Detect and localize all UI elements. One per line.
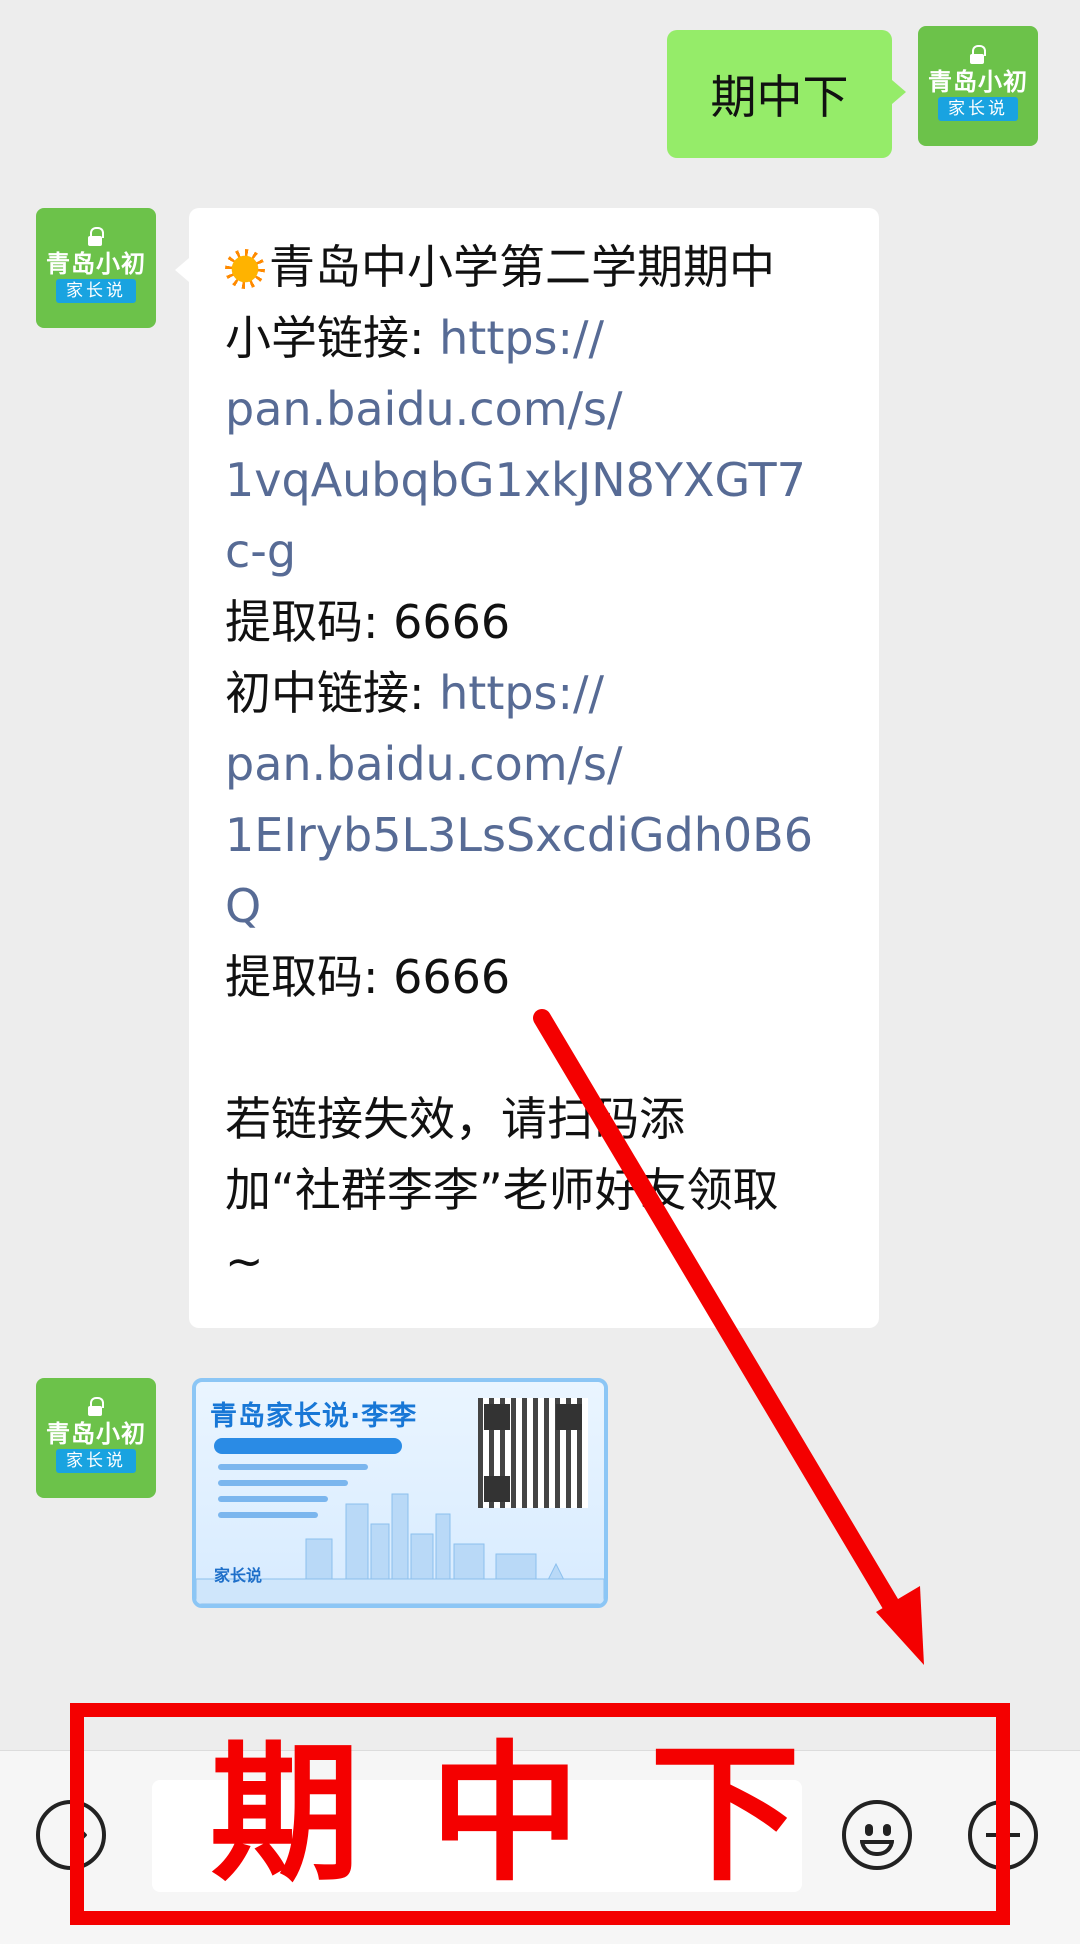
primary-code: 提取码: 6666 (225, 595, 511, 649)
reply-message-bubble[interactable]: 青岛中小学第二学期期中 小学链接: https:// pan.baidu.com… (175, 208, 879, 1328)
middle-label: 初中链接: (225, 666, 440, 720)
middle-link[interactable]: https:// (439, 666, 604, 720)
contact-avatar[interactable]: 青岛小初 家长说 (36, 1378, 156, 1498)
avatar-brand: 青岛小初 (46, 1420, 146, 1448)
sent-message-text: 期中下 (710, 70, 849, 124)
lock-icon (87, 1397, 105, 1417)
avatar-sub: 家长说 (56, 279, 136, 303)
primary-link[interactable]: pan.baidu.com/s/ (225, 374, 849, 445)
reply-title: 青岛中小学第二学期期中 (269, 240, 775, 294)
contact-avatar[interactable]: 青岛小初 家长说 (36, 208, 156, 328)
sent-message-bubble[interactable]: 期中下 (667, 30, 906, 158)
sun-emoji-icon (225, 249, 265, 289)
middle-code: 提取码: 6666 (225, 950, 511, 1004)
my-avatar[interactable]: 青岛小初 家长说 (918, 26, 1038, 146)
primary-link[interactable]: c-g (225, 516, 849, 587)
card-logo: 家长说 (214, 1566, 263, 1585)
lock-icon (969, 45, 987, 65)
primary-link[interactable]: 1vqAubqbG1xkJN8YXGT7 (225, 445, 849, 516)
city-skyline-image (196, 1493, 604, 1604)
card-tag (214, 1438, 402, 1454)
avatar-brand: 青岛小初 (928, 68, 1028, 96)
lock-icon (87, 227, 105, 247)
middle-link[interactable]: Q (225, 871, 849, 942)
primary-link[interactable]: https:// (439, 311, 604, 365)
footer-text: 若链接失效，请扫码添 (225, 1092, 685, 1146)
footer-text: 加“社群李李”老师好友领取 (225, 1163, 779, 1217)
avatar-sub: 家长说 (938, 97, 1018, 121)
avatar-sub: 家长说 (56, 1449, 136, 1473)
image-card-message[interactable]: 青岛家长说·李李 家长说 (192, 1378, 608, 1608)
card-title: 青岛家长说·李李 (210, 1401, 418, 1432)
overlay-keyword-text: 期中下 (209, 1728, 870, 1902)
footer-text: ~ (225, 1234, 264, 1288)
middle-link[interactable]: pan.baidu.com/s/ (225, 729, 849, 800)
avatar-brand: 青岛小初 (46, 250, 146, 278)
primary-label: 小学链接: (225, 311, 440, 365)
middle-link[interactable]: 1EIryb5L3LsSxcdiGdh0B6 (225, 800, 849, 871)
